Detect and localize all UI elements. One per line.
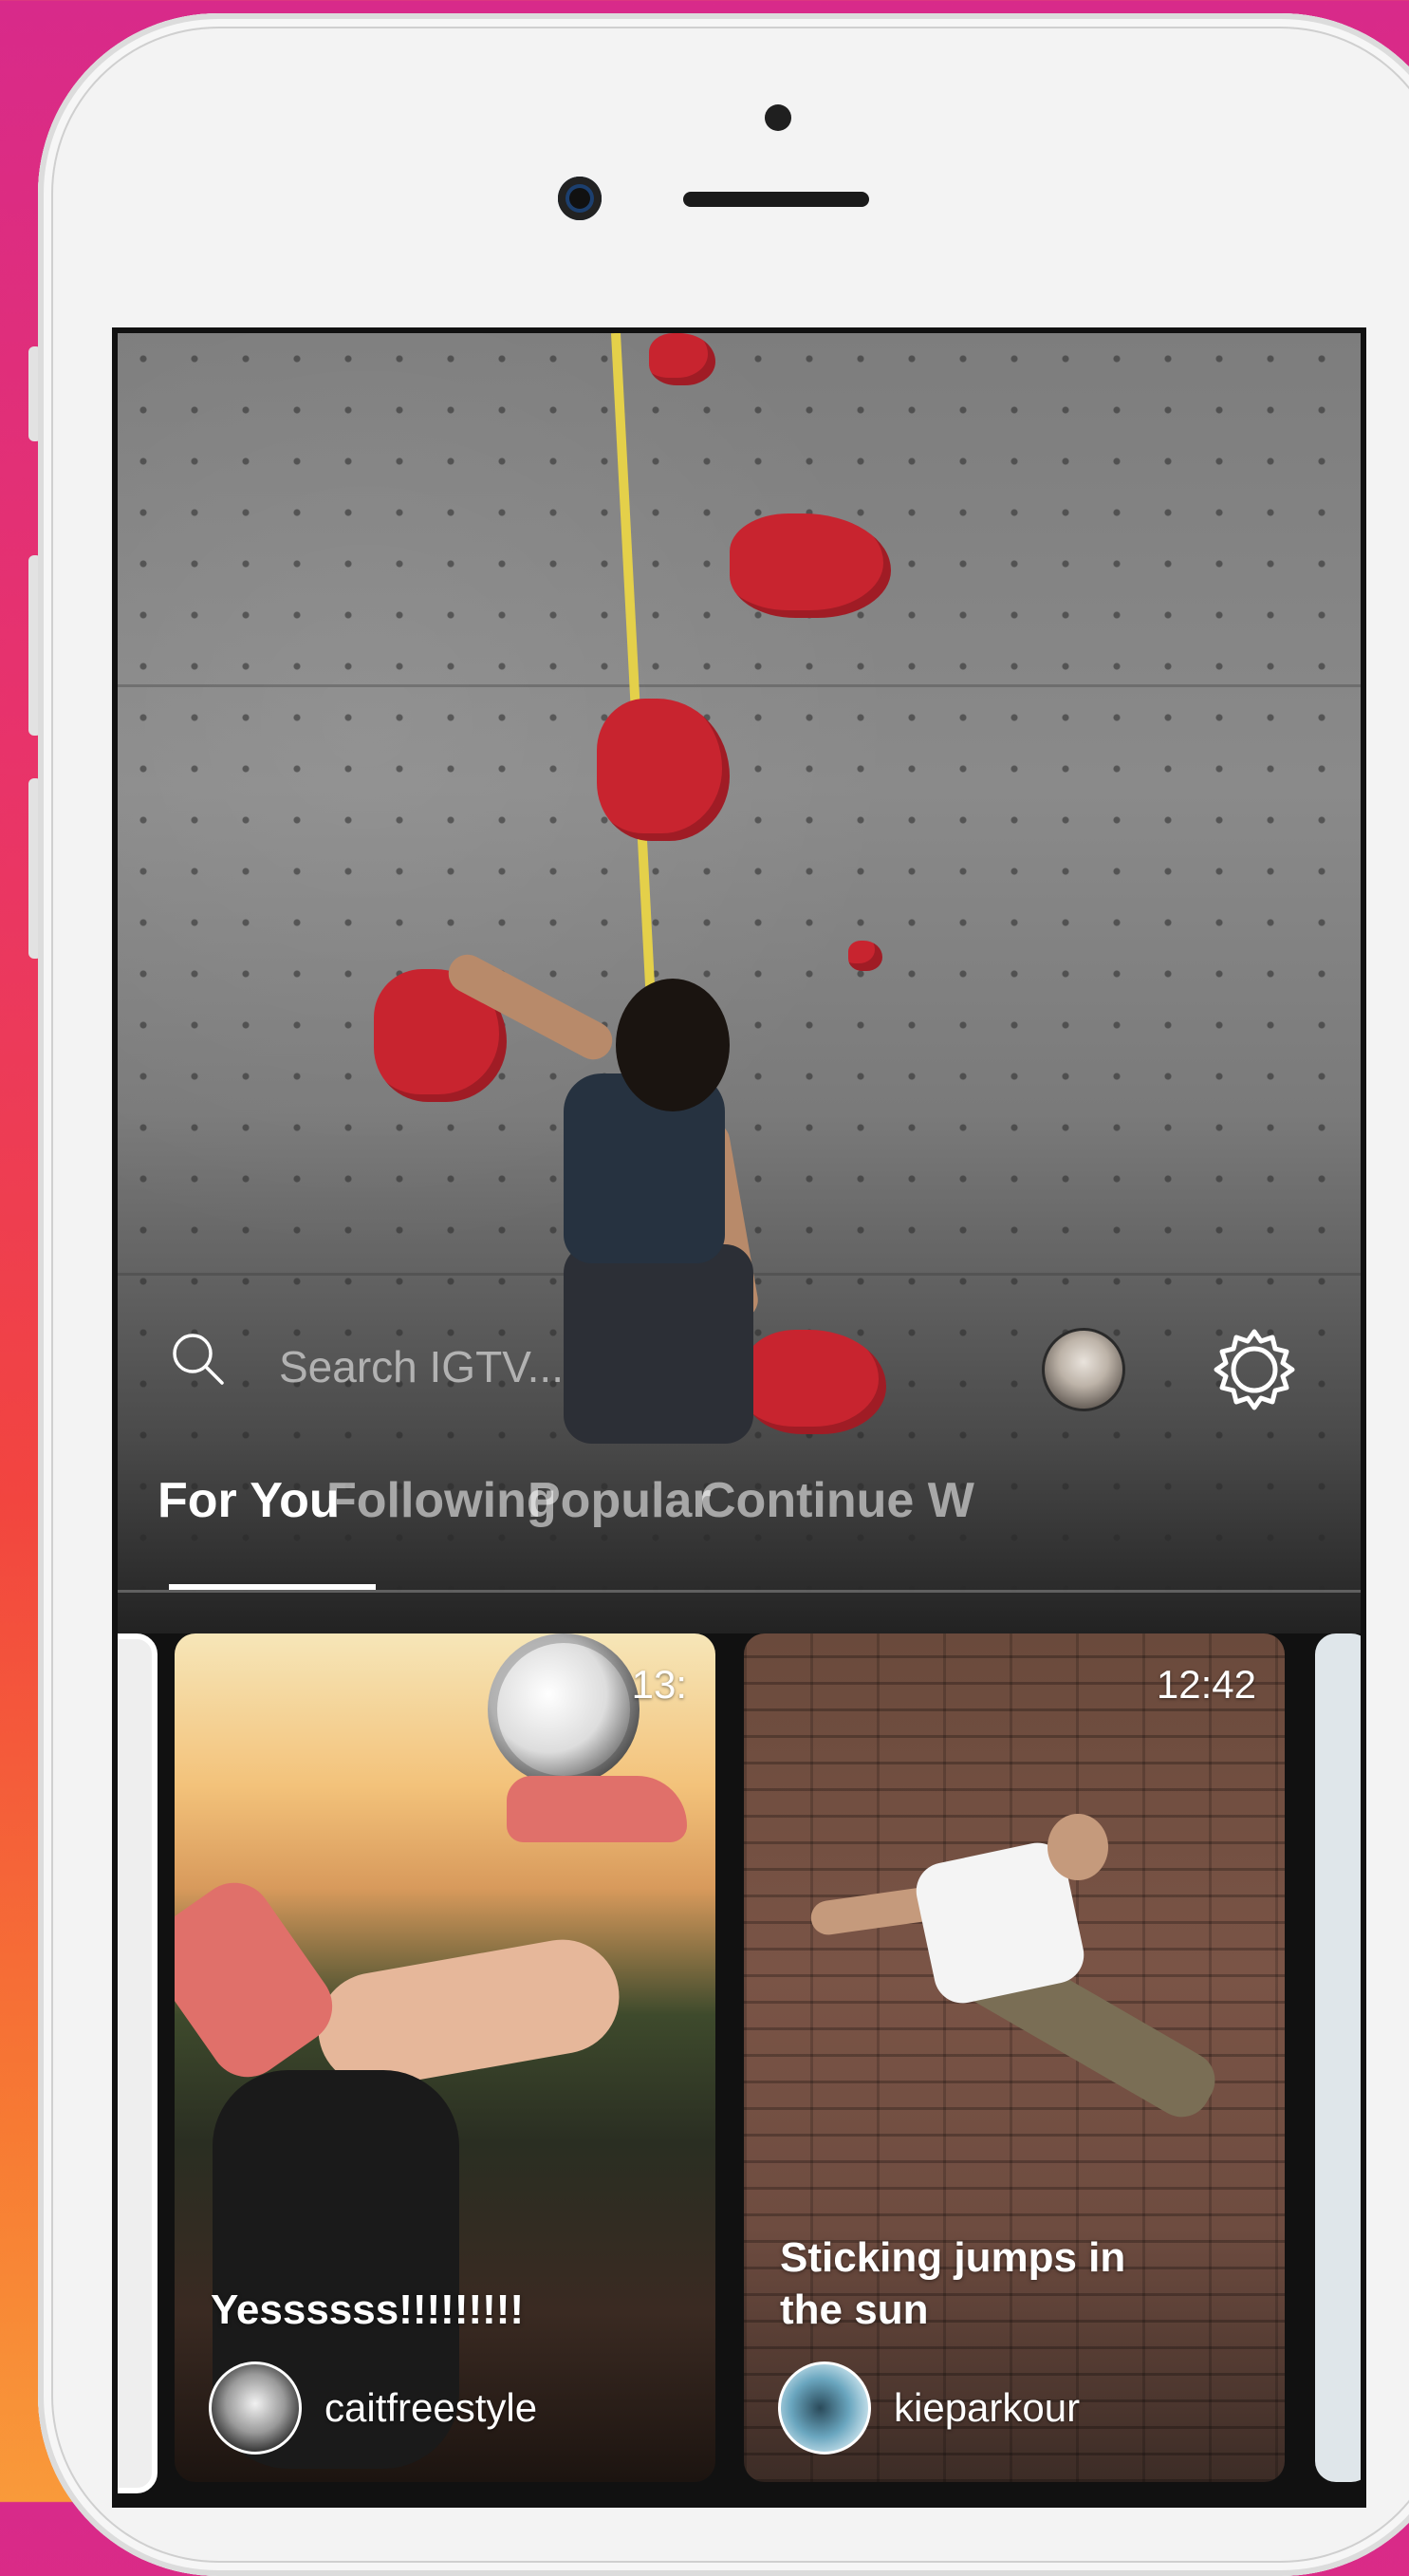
video-card[interactable]: 12:42 Sticking jumps in the sun kieparko… (744, 1633, 1285, 2482)
video-author[interactable]: caitfreestyle (209, 2361, 537, 2455)
video-title: Yessssss!!!!!!!!! (211, 2287, 525, 2333)
search-icon[interactable] (169, 1330, 226, 1387)
climbing-hold (848, 941, 882, 971)
tab-following[interactable]: Following (326, 1472, 557, 1529)
proximity-sensor (765, 104, 791, 131)
igtv-screen: Search IGTV... For You Following Popular… (112, 327, 1366, 2508)
tab-popular[interactable]: Popular (528, 1472, 712, 1529)
search-input[interactable]: Search IGTV... (279, 1341, 564, 1392)
video-author[interactable]: kieparkour (778, 2361, 1080, 2455)
author-username[interactable]: caitfreestyle (324, 2385, 537, 2431)
video-card-next[interactable] (1315, 1633, 1361, 2482)
video-thumbnail-shoe (507, 1776, 687, 1842)
earpiece-speaker (683, 192, 869, 207)
tab-continue-watching[interactable]: Continue W (700, 1472, 974, 1529)
video-duration: 13: (631, 1662, 687, 1707)
video-card-previous[interactable] (118, 1633, 158, 2493)
tab-for-you[interactable]: For You (158, 1472, 340, 1529)
featured-video[interactable] (118, 333, 1361, 1633)
category-tabs: For You Following Popular Continue W (118, 1472, 1361, 1586)
author-avatar[interactable] (209, 2361, 302, 2455)
video-title: Sticking jumps in the sun (780, 2234, 1126, 2333)
tabs-divider (118, 1590, 1361, 1593)
video-thumbnail-shoe (175, 1868, 347, 2092)
author-username[interactable]: kieparkour (894, 2385, 1080, 2431)
front-camera (558, 177, 602, 220)
wall-panel-seam (118, 684, 1361, 687)
video-duration: 12:42 (1156, 1662, 1256, 1707)
video-thumbnail-ball (488, 1633, 640, 1785)
video-thumbnail-head (1047, 1814, 1108, 1880)
author-avatar[interactable] (778, 2361, 871, 2455)
climber-head (616, 979, 730, 1111)
video-card[interactable]: 13: Yessssss!!!!!!!!! caitfreestyle (175, 1633, 715, 2482)
gear-icon[interactable] (1209, 1322, 1300, 1413)
profile-avatar[interactable] (1042, 1328, 1125, 1411)
search-bar[interactable]: Search IGTV... (118, 1301, 1361, 1411)
